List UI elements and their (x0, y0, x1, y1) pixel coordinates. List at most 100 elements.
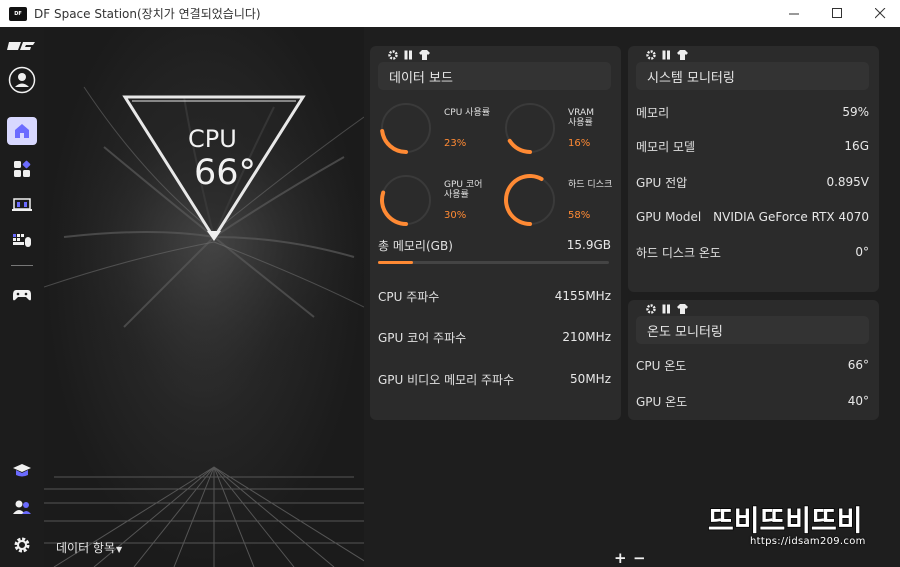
data-items-dropdown[interactable]: 데이터 항목▼ (56, 539, 122, 556)
row-value: 66° (847, 358, 869, 372)
gauge-value: 16% (568, 138, 591, 149)
sidebar-item-apps[interactable] (7, 155, 37, 183)
zoom-out-button[interactable]: − (633, 549, 646, 567)
app-logo-icon: DF (9, 6, 27, 21)
gauge-arc (507, 138, 532, 154)
row-label: CPU 온도 (636, 358, 687, 373)
data-board-title: 데이터 보드 (378, 62, 611, 90)
users-icon (13, 500, 31, 514)
usage-gauge (505, 103, 555, 154)
usage-gauge (380, 175, 431, 226)
window-title: DF Space Station(장치가 연결되었습니다) (34, 7, 261, 21)
title-bar: DF DF Space Station(장치가 연결되었습니다) (0, 0, 900, 27)
tunnel-background (44, 86, 364, 567)
gauge-label: GPU 코어 사용률 (444, 180, 482, 200)
row-value: 50MHz (570, 372, 611, 386)
close-button[interactable] (857, 0, 900, 27)
row-label: GPU 전압 (636, 175, 688, 190)
data-board-row: CPU 주파수 4155MHz (378, 287, 611, 305)
gear-icon[interactable] (646, 50, 656, 60)
maximize-button[interactable] (814, 0, 860, 27)
monitor-icon (12, 198, 32, 211)
sidebar-item-community[interactable] (7, 493, 37, 521)
row-label: 메모리 (636, 105, 670, 120)
temperature-monitor-panel: 온도 모니터링 CPU 온도 66° GPU 온도 40° (628, 300, 879, 420)
gauge-label-line: 사용률 (444, 190, 469, 200)
data-board-panel: 데이터 보드 CPU 사용률 23% VRAM 사용률 16% GPU 코어 사용률 30% 하… (370, 46, 621, 420)
total-memory-label: 총 메모리(GB) (378, 238, 453, 253)
sidebar-item-home[interactable] (7, 117, 37, 145)
gauge-value: 23% (444, 138, 467, 149)
row-value: 59% (842, 105, 869, 119)
system-monitor-title: 시스템 모니터링 (636, 62, 869, 90)
home-icon (15, 124, 29, 138)
gauge-arc (380, 129, 408, 154)
system-monitor-row: 메모리 모델 16G (636, 137, 869, 155)
row-value: NVIDIA GeForce RTX 4070 (713, 210, 869, 224)
sidebar-item-gamepad[interactable] (7, 281, 37, 309)
keyboard-mouse-icon (13, 234, 31, 247)
apps-icon (14, 160, 31, 177)
watermark-url: https://idsam209.com (750, 536, 866, 547)
usage-gauge (380, 103, 431, 154)
memory-icon[interactable] (404, 50, 413, 60)
sidebar-divider (11, 265, 33, 266)
total-memory-progress-fill (378, 261, 413, 264)
memory-icon[interactable] (662, 304, 671, 314)
row-label: GPU 온도 (636, 394, 688, 409)
row-label: GPU 코어 주파수 (378, 330, 467, 345)
temperature-monitor-title: 온도 모니터링 (636, 316, 869, 344)
user-avatar-button[interactable] (7, 66, 37, 94)
memory-icon[interactable] (662, 50, 671, 60)
gauge-label-line: 하드 디스크 (568, 180, 613, 190)
row-label: CPU 주파수 (378, 289, 440, 304)
system-monitor-row: GPU Model NVIDIA GeForce RTX 4070 (636, 208, 869, 226)
temperature-row: GPU 온도 40° (636, 392, 869, 410)
device-preview: CPU 66° 데이터 항목▼ (44, 27, 364, 567)
shirt-icon[interactable] (677, 50, 688, 60)
shirt-icon[interactable] (677, 304, 688, 314)
gauge-label-line: VRAM (568, 108, 594, 118)
graduation-cap-icon (13, 464, 31, 477)
system-monitor-row: 메모리 59% (636, 103, 869, 121)
row-value: 16G (844, 139, 869, 153)
gauge-label: CPU 사용률 (444, 108, 490, 118)
gauge-value: 58% (568, 210, 591, 221)
panel-toolbar (646, 50, 688, 60)
sidebar (0, 27, 44, 567)
system-monitor-row: GPU 전압 0.895V (636, 173, 869, 191)
gauge-label: VRAM 사용률 (568, 108, 594, 128)
sidebar-item-monitor[interactable] (7, 191, 37, 219)
shirt-icon[interactable] (419, 50, 430, 60)
row-value: 210MHz (562, 330, 611, 344)
app-logo-text: DF (14, 10, 22, 17)
system-monitor-row: 하드 디스크 온도 0° (636, 243, 869, 261)
system-monitor-panel: 시스템 모니터링 메모리 59% 메모리 모델 16G GPU 전압 0.895… (628, 46, 879, 292)
gauge-value: 30% (444, 210, 467, 221)
gear-icon[interactable] (388, 50, 398, 60)
df-logo-icon (7, 37, 37, 55)
user-avatar-icon (8, 66, 36, 94)
data-board-row: GPU 비디오 메모리 주파수 50MHz (378, 370, 611, 388)
gauge-arc (504, 174, 544, 226)
row-label: GPU 비디오 메모리 주파수 (378, 372, 515, 387)
close-icon (874, 8, 885, 19)
gear-icon (14, 537, 30, 553)
row-value: 0° (855, 245, 869, 259)
gear-icon[interactable] (646, 304, 656, 314)
sidebar-item-peripherals[interactable] (7, 227, 37, 255)
gamepad-icon (13, 290, 31, 301)
watermark-logo: 뜨비뜨비뜨비 (707, 500, 888, 540)
data-board-row: GPU 코어 주파수 210MHz (378, 328, 611, 346)
sidebar-item-tutorial[interactable] (7, 457, 37, 485)
gauge-label: 하드 디스크 (568, 180, 612, 190)
zoom-in-button[interactable]: + (614, 549, 627, 567)
cpu-label: CPU (188, 125, 237, 153)
temperature-row: CPU 온도 66° (636, 356, 869, 374)
total-memory-row: 총 메모리(GB) 15.9GB (378, 236, 611, 254)
chevron-down-icon: ▼ (116, 545, 123, 554)
sidebar-item-settings[interactable] (7, 531, 37, 559)
row-label: 하드 디스크 온도 (636, 245, 721, 260)
minimize-button[interactable] (771, 0, 817, 27)
panel-toolbar (388, 50, 430, 60)
